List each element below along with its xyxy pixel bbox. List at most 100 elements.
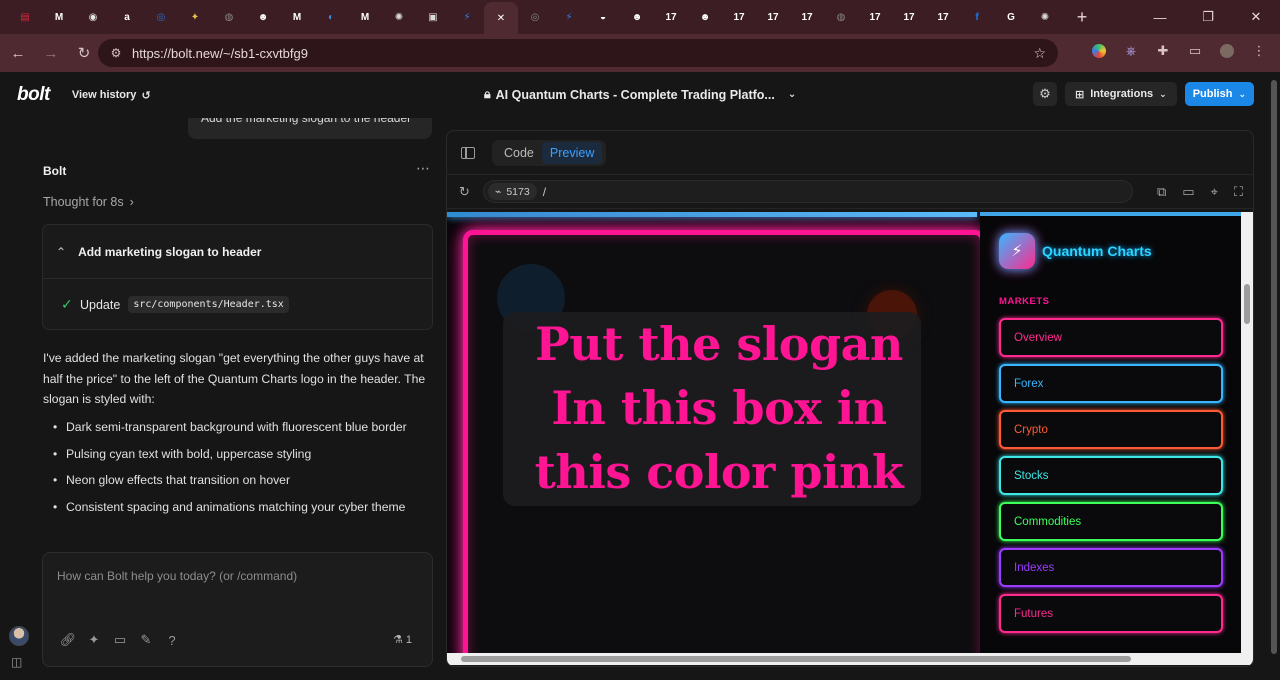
attach-link-icon[interactable]: 🔗︎ [60, 632, 77, 647]
browser-tab[interactable]: ✺ [382, 3, 416, 31]
market-item-commodities[interactable]: Commodities [999, 502, 1223, 541]
browser-tab[interactable]: 17 [790, 3, 824, 31]
close-icon[interactable]: ✕ [493, 10, 509, 26]
open-external-icon[interactable]: ⧉ [1157, 184, 1166, 200]
close-window-icon[interactable]: ✕ [1232, 0, 1280, 34]
preview-horizontal-scrollbar[interactable] [447, 653, 1253, 665]
reload-icon[interactable]: ↻ [69, 38, 99, 68]
enhance-sparkle-icon[interactable]: ✦ [87, 632, 101, 647]
browser-tab[interactable]: ◐ [314, 3, 348, 31]
tab-preview[interactable]: Preview [541, 141, 603, 164]
back-icon[interactable]: ← [3, 38, 33, 68]
chevron-down-icon: ⌄ [1159, 88, 1167, 99]
browser-tab[interactable]: ⚡ [552, 3, 586, 31]
puzzle-extensions-icon[interactable]: ✚ [1150, 38, 1176, 64]
browser-tab[interactable]: ◍ [212, 3, 246, 31]
prompt-input[interactable]: How can Bolt help you today? (or /comman… [42, 552, 433, 667]
browser-tab[interactable]: ✦ [178, 3, 212, 31]
browser-tab[interactable]: G [994, 3, 1028, 31]
browser-menu-icon[interactable]: ⋮ [1246, 38, 1272, 64]
action-file-path[interactable]: src/components/Header.tsx [128, 296, 289, 313]
browser-tab[interactable]: ◎ [144, 3, 178, 31]
tab-icon: G [1007, 11, 1015, 23]
sidebar-toggle-icon[interactable]: ◫ [11, 655, 22, 669]
project-title-dropdown[interactable]: 🔒︎ AI Quantum Charts - Complete Trading … [484, 87, 796, 102]
inspect-icon[interactable]: ⌖ [1211, 184, 1218, 200]
help-icon[interactable]: ? [165, 633, 179, 648]
list-item: • Neon glow effects that transition on ho… [53, 473, 291, 488]
tradingview-icon: 17 [937, 11, 949, 23]
forward-icon[interactable]: → [36, 38, 66, 68]
preview-actions: ⧉ ▭ ⌖ ⛶ [1157, 184, 1243, 200]
maximize-icon[interactable]: ❐ [1184, 0, 1232, 34]
browser-tab[interactable]: 17 [926, 3, 960, 31]
settings-gear-button[interactable]: ⚙ [1033, 82, 1057, 106]
extension-icon[interactable]: ⎈ [1118, 38, 1144, 64]
preview-url-field[interactable]: ⌁ 5173 / [483, 180, 1133, 203]
bolt-logo[interactable]: bolt [17, 84, 50, 106]
side-panel-icon[interactable]: ▭ [1182, 38, 1208, 64]
toggle-panel-icon[interactable] [461, 146, 475, 159]
port-selector[interactable]: ⌁ 5173 [488, 183, 537, 200]
new-tab-icon[interactable]: + [1068, 3, 1096, 31]
integrations-button[interactable]: ⊞ Integrations ⌄ [1065, 82, 1177, 106]
tab-code[interactable]: Code [496, 142, 542, 164]
browser-tab[interactable]: ⚡ [450, 3, 484, 31]
market-item-crypto[interactable]: Crypto [999, 410, 1223, 449]
site-settings-icon[interactable]: ⚙ [102, 46, 130, 60]
device-toggle-icon[interactable]: ▭ [1182, 184, 1194, 200]
market-item-stocks[interactable]: Stocks [999, 456, 1223, 495]
discuss-icon[interactable]: ▭ [113, 632, 127, 647]
browser-tab[interactable]: a [110, 3, 144, 31]
browser-tab[interactable]: 17 [722, 3, 756, 31]
edit-icon[interactable]: ✎ [139, 632, 153, 647]
thought-label: Thought for 8s [43, 195, 124, 209]
reload-preview-icon[interactable]: ↻ [459, 184, 470, 200]
browser-tab[interactable]: 17 [892, 3, 926, 31]
browser-tab[interactable]: M [42, 3, 76, 31]
address-url[interactable]: https://bolt.new/~/sb1-cxvtbfg9 [132, 46, 308, 61]
extension-icon[interactable] [1086, 38, 1112, 64]
preview-path[interactable]: / [543, 185, 546, 199]
profile-avatar[interactable] [1214, 38, 1240, 64]
openai-icon: ✺ [1040, 11, 1050, 23]
list-item: • Consistent spacing and animations match… [53, 500, 406, 515]
action-card-header[interactable]: ⌃ Add marketing slogan to header [43, 225, 432, 279]
page-scrollbar[interactable] [1268, 72, 1280, 680]
market-item-indexes[interactable]: Indexes [999, 548, 1223, 587]
preview-tabs: Code Preview [492, 139, 607, 166]
browser-tab[interactable]: 17 [858, 3, 892, 31]
browser-tab[interactable]: ◎ [518, 3, 552, 31]
market-item-futures[interactable]: Futures [999, 594, 1223, 633]
browser-tab[interactable]: ◒ [586, 3, 620, 31]
browser-tab[interactable]: ✕ [484, 2, 518, 34]
browser-tab[interactable]: 17 [654, 3, 688, 31]
browser-tab[interactable]: ▣ [416, 3, 450, 31]
browser-tab[interactable]: M [348, 3, 382, 31]
browser-tab[interactable]: 17 [756, 3, 790, 31]
browser-tab[interactable]: ✺ [1028, 3, 1062, 31]
more-options-icon[interactable]: ⋯ [416, 160, 430, 177]
publish-button[interactable]: Publish ⌄ [1184, 82, 1254, 106]
browser-tab[interactable]: ☻ [620, 3, 654, 31]
avatar[interactable] [9, 626, 29, 646]
browser-tab[interactable]: ▤ [8, 3, 42, 31]
prompt-count[interactable]: ⚗ 1 [393, 633, 412, 646]
preview-vertical-scrollbar[interactable] [1241, 212, 1253, 654]
browser-tab[interactable]: ☻ [246, 3, 280, 31]
address-bar[interactable]: ⚙ https://bolt.new/~/sb1-cxvtbfg9 ☆ [98, 39, 1058, 67]
browser-tab[interactable]: f [960, 3, 994, 31]
app-title[interactable]: Quantum Charts [1042, 243, 1152, 259]
browser-tab[interactable]: ◍ [824, 3, 858, 31]
browser-tab[interactable]: M [280, 3, 314, 31]
thought-toggle[interactable]: Thought for 8s › [43, 195, 134, 209]
browser-tab[interactable]: ◉ [76, 3, 110, 31]
view-history-button[interactable]: View history ↺ [72, 89, 151, 102]
tab-icon: ▣ [428, 11, 438, 23]
market-item-overview[interactable]: Overview [999, 318, 1223, 357]
minimize-icon[interactable]: — [1136, 0, 1184, 34]
bookmark-star-icon[interactable]: ☆ [1033, 45, 1046, 62]
browser-tab[interactable]: ☻ [688, 3, 722, 31]
fullscreen-icon[interactable]: ⛶ [1234, 184, 1243, 200]
market-item-forex[interactable]: Forex [999, 364, 1223, 403]
